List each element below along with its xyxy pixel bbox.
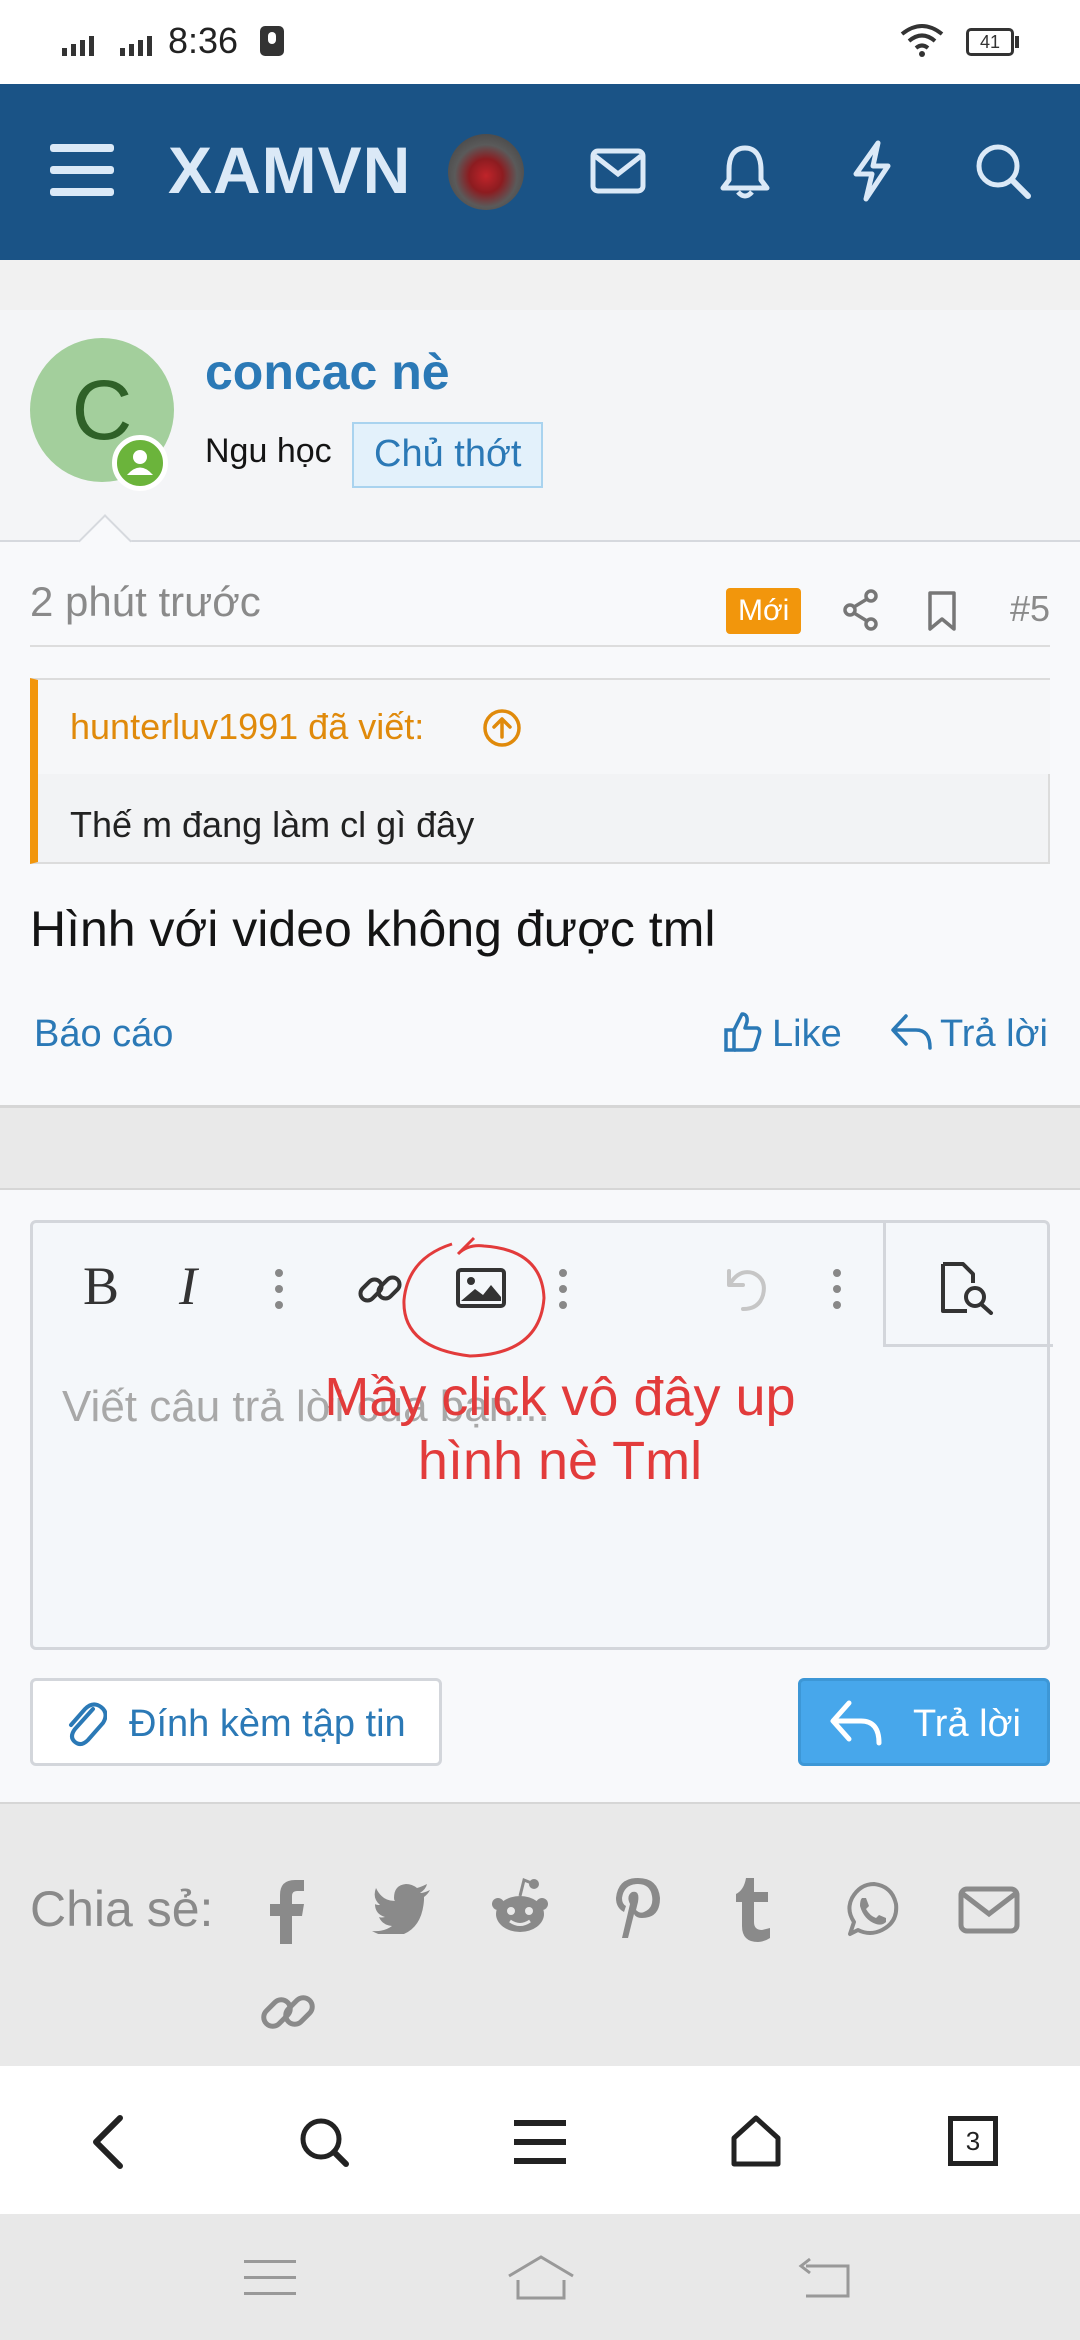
attach-files-label: Đính kèm tập tin <box>129 1703 406 1745</box>
facebook-icon[interactable] <box>266 1880 306 1944</box>
online-status-icon <box>112 435 168 491</box>
battery-tip <box>1015 36 1019 48</box>
site-logo[interactable]: XAMVN <box>168 132 411 208</box>
signal-icon <box>62 36 94 56</box>
toolbar-divider <box>883 1223 886 1347</box>
italic-icon[interactable]: I <box>179 1255 197 1317</box>
link-icon[interactable] <box>355 1263 407 1315</box>
tabs-button[interactable]: 3 <box>948 2116 998 2166</box>
undo-icon[interactable] <box>719 1263 771 1313</box>
post-author-area: C concac nè Ngu học Chủ thớt <box>0 310 1080 542</box>
arrow-up-circle-icon[interactable] <box>482 708 522 748</box>
post-message: Hình với video không được tml <box>30 901 716 957</box>
home-icon[interactable] <box>506 2254 576 2302</box>
search-icon[interactable] <box>298 2116 350 2168</box>
clock: 8:36 <box>168 20 239 61</box>
reply-icon <box>830 1700 882 1746</box>
new-badge: Mới <box>726 588 802 634</box>
back-icon[interactable] <box>796 2256 852 2300</box>
image-icon[interactable] <box>455 1267 507 1309</box>
reply-input-placeholder[interactable]: Viết câu trả lời của bạn... <box>62 1382 550 1432</box>
mail-icon[interactable] <box>590 148 646 194</box>
post-card: C concac nè Ngu học Chủ thớt 2 phút trướ… <box>0 310 1080 1108</box>
post-reply-button[interactable]: Trả lời <box>798 1678 1050 1766</box>
preview-icon[interactable] <box>937 1261 995 1315</box>
reply-link[interactable]: Trả lời <box>940 1013 1048 1056</box>
post-reply-label: Trả lời <box>913 1703 1021 1745</box>
wifi-icon <box>900 24 944 57</box>
more-options-icon[interactable] <box>557 1267 569 1311</box>
paperclip-icon <box>69 1702 107 1747</box>
battery-level: 41 <box>979 32 1001 52</box>
share-icon[interactable] <box>842 588 880 632</box>
op-badge: Chủ thớt <box>352 422 544 488</box>
post-time[interactable]: 2 phút trước <box>30 578 261 626</box>
like-link[interactable]: Like <box>772 1013 842 1056</box>
reply-area: B I Đính kèm tập tin Trả lời <box>0 1188 1080 1804</box>
tab-count: 3 <box>965 2126 981 2156</box>
menu-icon[interactable] <box>514 2120 566 2164</box>
home-icon[interactable] <box>730 2114 782 2168</box>
site-header: XAMVN <box>0 84 1080 260</box>
pinterest-icon[interactable] <box>614 1876 662 1940</box>
microphone-icon <box>260 26 284 56</box>
header-divider <box>0 260 1080 312</box>
thumbs-up-icon[interactable] <box>722 1010 762 1054</box>
reply-editor[interactable]: B I <box>30 1220 1053 1650</box>
toolbar-divider-bottom <box>883 1344 1053 1347</box>
email-icon[interactable] <box>958 1886 1020 1934</box>
signal-icon <box>120 36 152 56</box>
author-username[interactable]: concac nè <box>205 343 450 401</box>
browser-toolbar: 3 <box>0 2066 1080 2214</box>
share-label: Chia sẻ: <box>30 1881 214 1937</box>
quote-block: hunterluv1991 đã viết: Thế m đang làm cl… <box>30 678 1050 864</box>
bookmark-icon[interactable] <box>926 590 958 632</box>
user-icon <box>127 450 153 475</box>
search-icon[interactable] <box>974 142 1032 200</box>
user-avatar[interactable] <box>448 134 524 210</box>
twitter-icon[interactable] <box>372 1884 432 1934</box>
reply-icon[interactable] <box>890 1012 934 1052</box>
more-options-icon[interactable] <box>831 1267 843 1311</box>
status-bar: 8:36 41 <box>0 0 1080 84</box>
lightning-icon[interactable] <box>850 140 894 202</box>
menu-icon[interactable] <box>50 142 114 198</box>
bold-icon[interactable]: B <box>83 1255 119 1317</box>
post-number[interactable]: #5 <box>1010 588 1050 630</box>
post-meta-divider <box>30 645 1050 647</box>
reddit-icon[interactable] <box>490 1876 550 1938</box>
bell-icon[interactable] <box>718 142 772 200</box>
author-title: Ngu học <box>205 432 332 470</box>
recents-icon[interactable] <box>244 2260 296 2296</box>
more-options-icon[interactable] <box>273 1267 285 1311</box>
whatsapp-icon[interactable] <box>842 1880 900 1938</box>
system-nav-bar <box>0 2214 1080 2340</box>
quote-text: Thế m đang làm cl gì đây <box>70 804 475 845</box>
attach-files-button[interactable]: Đính kèm tập tin <box>30 1678 442 1766</box>
report-link[interactable]: Báo cáo <box>34 1013 173 1056</box>
quote-author[interactable]: hunterluv1991 đã viết: <box>70 706 424 748</box>
back-icon[interactable] <box>90 2114 126 2170</box>
battery-icon: 41 <box>966 28 1014 56</box>
link-icon[interactable] <box>258 1982 318 2042</box>
tumblr-icon[interactable] <box>734 1878 774 1942</box>
